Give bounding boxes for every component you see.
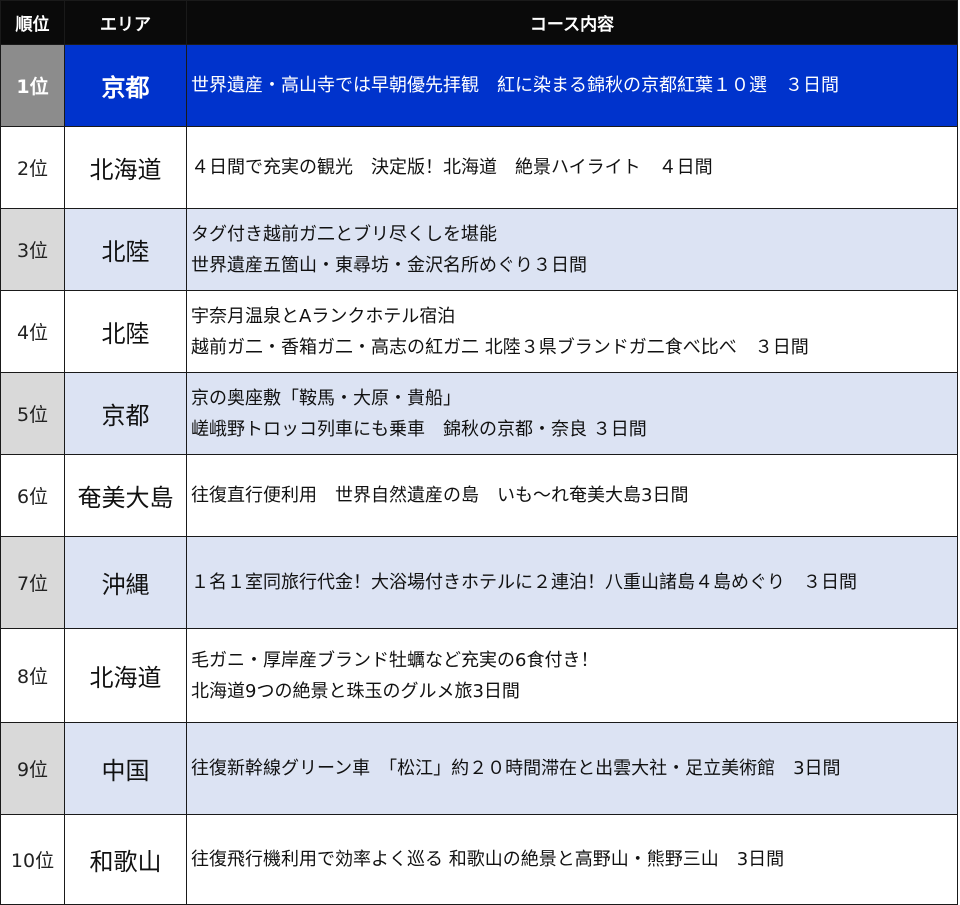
rank-cell: 2位 bbox=[0, 126, 65, 209]
table-row: 3位 北陸 タグ付き越前ガ二とブリ尽くしを堪能世界遺産五箇山・東尋坊・金沢名所めぐり… bbox=[0, 208, 958, 291]
ranking-table: 順位 エリア コース内容 1位 京都 世界遺産・高山寺では早朝優先拝観 紅に染まる錦… bbox=[0, 0, 958, 905]
rank-cell: 4位 bbox=[0, 290, 65, 373]
course-line: 北海道9つの絶景と珠玉のグルメ旅3日間 bbox=[191, 680, 520, 702]
rank-cell: 6位 bbox=[0, 454, 65, 537]
course-line: １名１室同旅行代金！大浴場付きホテルに２連泊！八重山諸島４島めぐり ３日間 bbox=[191, 572, 857, 593]
area-cell: 沖縄 bbox=[64, 536, 187, 629]
rank-cell: 3位 bbox=[0, 208, 65, 291]
table-row: 9位 中国 往復新幹線グリーン車 「松江」約２０時間滞在と出雲大社・足立美術館 3日… bbox=[0, 722, 958, 815]
table-header: 順位 エリア コース内容 bbox=[0, 0, 958, 45]
area-cell: 中国 bbox=[64, 722, 187, 815]
course-line: 嵯峨野トロッコ列車にも乗車 錦秋の京都・奈良 ３日間 bbox=[191, 418, 647, 440]
area-cell: 北陸 bbox=[64, 208, 187, 291]
course-cell: タグ付き越前ガ二とブリ尽くしを堪能世界遺産五箇山・東尋坊・金沢名所めぐり３日間 bbox=[186, 208, 958, 291]
course-cell: １名１室同旅行代金！大浴場付きホテルに２連泊！八重山諸島４島めぐり ３日間 bbox=[186, 536, 958, 629]
course-line: タグ付き越前ガ二とブリ尽くしを堪能 bbox=[191, 223, 497, 245]
rank-cell: 10位 bbox=[0, 814, 65, 905]
rank-cell: 5位 bbox=[0, 372, 65, 455]
course-cell: 往復飛行機利用で効率よく巡る 和歌山の絶景と高野山・熊野三山 3日間 bbox=[186, 814, 958, 905]
course-cell: 往復新幹線グリーン車 「松江」約２０時間滞在と出雲大社・足立美術館 3日間 bbox=[186, 722, 958, 815]
course-line: 京の奥座敷「鞍馬・大原・貴船」 bbox=[191, 387, 461, 409]
table-row: 8位 北海道 毛ガニ・厚岸産ブランド牡蠣など充実の6食付き！ 北海道9つの絶景と珠玉の… bbox=[0, 628, 958, 723]
course-line: 世界遺産五箇山・東尋坊・金沢名所めぐり３日間 bbox=[191, 254, 587, 276]
area-cell: 北海道 bbox=[64, 126, 187, 209]
table-row: 10位 和歌山 往復飛行機利用で効率よく巡る 和歌山の絶景と高野山・熊野三山 3日間 bbox=[0, 814, 958, 905]
course-line: 越前ガ二・香箱ガ二・高志の紅ガ二 北陸３県ブランドガ二食べ比べ ３日間 bbox=[191, 336, 809, 358]
table-row: 1位 京都 世界遺産・高山寺では早朝優先拝観 紅に染まる錦秋の京都紅葉１０選 ３日間 bbox=[0, 44, 958, 127]
course-line: 宇奈月温泉とAランクホテル宿泊 bbox=[191, 305, 456, 327]
table-row: 7位 沖縄 １名１室同旅行代金！大浴場付きホテルに２連泊！八重山諸島４島めぐり ３日… bbox=[0, 536, 958, 629]
header-rank: 順位 bbox=[0, 0, 65, 45]
table-row: 5位 京都 京の奥座敷「鞍馬・大原・貴船」嵯峨野トロッコ列車にも乗車 錦秋の京都・奈… bbox=[0, 372, 958, 455]
rank-cell: 8位 bbox=[0, 628, 65, 723]
course-line: 毛ガニ・厚岸産ブランド牡蠣など充実の6食付き！ bbox=[191, 649, 599, 671]
rank-cell: 1位 bbox=[0, 44, 65, 127]
table-row: 6位 奄美大島 往復直行便利用 世界自然遺産の島 いも～れ奄美大島3日間 bbox=[0, 454, 958, 537]
area-cell: 奄美大島 bbox=[64, 454, 187, 537]
course-line: 世界遺産・高山寺では早朝優先拝観 紅に染まる錦秋の京都紅葉１０選 ３日間 bbox=[191, 75, 839, 96]
header-area: エリア bbox=[64, 0, 187, 45]
header-course: コース内容 bbox=[186, 0, 958, 45]
area-cell: 京都 bbox=[64, 44, 187, 127]
course-cell: 宇奈月温泉とAランクホテル宿泊越前ガ二・香箱ガ二・高志の紅ガ二 北陸３県ブランド… bbox=[186, 290, 958, 373]
course-line: 往復直行便利用 世界自然遺産の島 いも～れ奄美大島3日間 bbox=[191, 485, 689, 506]
course-cell: 毛ガニ・厚岸産ブランド牡蠣など充実の6食付き！ 北海道9つの絶景と珠玉のグルメ旅3… bbox=[186, 628, 958, 723]
table-row: 4位 北陸 宇奈月温泉とAランクホテル宿泊越前ガ二・香箱ガ二・高志の紅ガ二 北陸３県… bbox=[0, 290, 958, 373]
course-cell: 京の奥座敷「鞍馬・大原・貴船」嵯峨野トロッコ列車にも乗車 錦秋の京都・奈良 ３日… bbox=[186, 372, 958, 455]
header-row: 順位 エリア コース内容 bbox=[0, 0, 958, 45]
course-cell: ４日間で充実の観光 決定版！北海道 絶景ハイライト ４日間 bbox=[186, 126, 958, 209]
course-cell: 世界遺産・高山寺では早朝優先拝観 紅に染まる錦秋の京都紅葉１０選 ３日間 bbox=[186, 44, 958, 127]
table-row: 2位 北海道 ４日間で充実の観光 決定版！北海道 絶景ハイライト ４日間 bbox=[0, 126, 958, 209]
rank-cell: 7位 bbox=[0, 536, 65, 629]
course-cell: 往復直行便利用 世界自然遺産の島 いも～れ奄美大島3日間 bbox=[186, 454, 958, 537]
area-cell: 和歌山 bbox=[64, 814, 187, 905]
area-cell: 京都 bbox=[64, 372, 187, 455]
course-line: ４日間で充実の観光 決定版！北海道 絶景ハイライト ４日間 bbox=[191, 157, 713, 178]
table-body: 1位 京都 世界遺産・高山寺では早朝優先拝観 紅に染まる錦秋の京都紅葉１０選 ３日間… bbox=[0, 44, 958, 905]
course-line: 往復新幹線グリーン車 「松江」約２０時間滞在と出雲大社・足立美術館 3日間 bbox=[191, 758, 841, 779]
area-cell: 北陸 bbox=[64, 290, 187, 373]
area-cell: 北海道 bbox=[64, 628, 187, 723]
course-line: 往復飛行機利用で効率よく巡る 和歌山の絶景と高野山・熊野三山 3日間 bbox=[191, 849, 785, 870]
rank-cell: 9位 bbox=[0, 722, 65, 815]
